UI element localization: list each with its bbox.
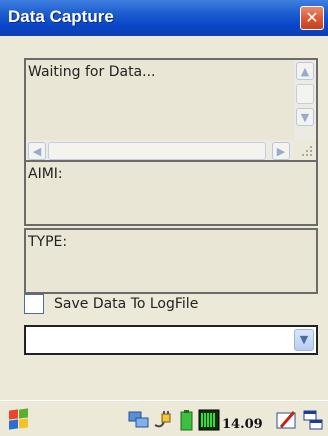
horizontal-scroll-thumb[interactable] [48, 142, 266, 160]
dropdown-button[interactable]: ▼ [294, 329, 314, 351]
system-tray: 14.09 [128, 407, 328, 435]
clock[interactable]: 14.09 [222, 417, 263, 432]
save-logfile-checkbox[interactable] [24, 294, 44, 314]
window-switch-icon[interactable] [302, 409, 324, 431]
start-windows-icon[interactable] [8, 408, 28, 430]
chevron-right-icon: ▶ [276, 145, 286, 158]
network-icon[interactable] [128, 409, 150, 431]
type-field[interactable]: TYPE: [24, 228, 318, 294]
chevron-down-icon: ▼ [299, 333, 309, 346]
battery-icon[interactable] [176, 409, 198, 431]
scroll-right-button[interactable]: ▶ [272, 142, 290, 160]
main-content: Waiting for Data... ▲ ▼ ◀ ▶ AIMI: TYPE: … [0, 36, 328, 400]
type-label: TYPE: [28, 234, 68, 250]
taskbar: 14.09 [0, 400, 328, 436]
aimi-label: AIMI: [28, 166, 63, 182]
data-textarea[interactable]: Waiting for Data... ▲ ▼ ◀ ▶ [24, 58, 318, 164]
aimi-field[interactable]: AIMI: [24, 160, 318, 226]
chevron-down-icon: ▼ [300, 111, 310, 124]
output-dropdown[interactable]: ▼ [24, 325, 318, 355]
power-plug-icon[interactable] [152, 409, 174, 431]
scroll-left-button[interactable]: ◀ [28, 142, 46, 160]
close-button[interactable]: ✕ [300, 6, 324, 30]
resize-grip-icon [294, 140, 316, 162]
chevron-up-icon: ▲ [300, 65, 310, 78]
scroll-up-button[interactable]: ▲ [296, 62, 314, 80]
title-bar: Data Capture ✕ [0, 0, 328, 36]
horizontal-scrollbar[interactable]: ◀ ▶ [26, 140, 294, 162]
signal-meter-icon[interactable] [198, 409, 220, 431]
pen-input-icon[interactable] [276, 409, 298, 431]
data-text: Waiting for Data... [28, 64, 156, 80]
window-title: Data Capture [8, 7, 114, 26]
scroll-down-button[interactable]: ▼ [296, 108, 314, 126]
close-icon: ✕ [305, 8, 319, 27]
save-logfile-label: Save Data To LogFile [54, 296, 199, 312]
vertical-scrollbar[interactable]: ▲ ▼ [294, 60, 316, 142]
chevron-left-icon: ◀ [32, 145, 42, 158]
vertical-scroll-thumb[interactable] [296, 84, 314, 104]
